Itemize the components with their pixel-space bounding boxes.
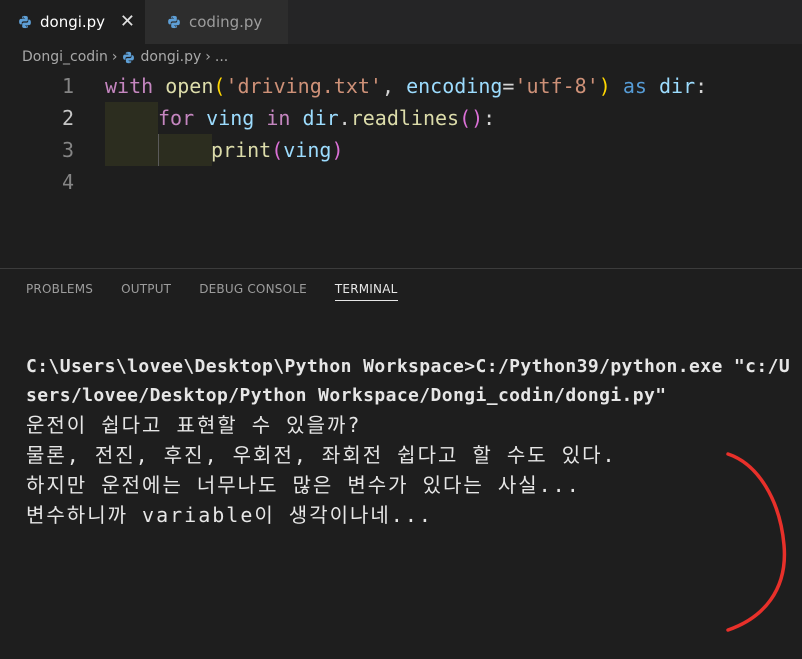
code-text: for ving in dir.readlines():: [158, 102, 495, 134]
token-variable: ving: [283, 138, 332, 162]
token-keyword: as: [622, 74, 647, 98]
breadcrumb: Dongi_codin › dongi.py › ...: [22, 46, 228, 68]
token-string: 'driving.txt': [225, 74, 382, 98]
code-line[interactable]: 2 for ving in dir.readlines():: [0, 102, 802, 134]
token: =: [502, 74, 515, 98]
token-string: 'utf-8': [514, 74, 599, 98]
editor-tab-bar: dongi.py ✕ coding.py: [0, 0, 802, 44]
token-paren: ): [598, 74, 611, 98]
token-keyword: for: [158, 106, 195, 130]
code-line[interactable]: 3 print(ving): [0, 134, 802, 166]
terminal-output-line: 물론, 전진, 후진, 우회전, 좌회전 쉽다고 할 수도 있다.: [26, 443, 617, 467]
token-keyword: with: [105, 74, 154, 98]
token-variable: ving: [206, 106, 255, 130]
token: .: [338, 106, 351, 130]
tab-output[interactable]: OUTPUT: [121, 282, 171, 306]
terminal-command: C:\Users\lovee\Desktop\Python Workspace>…: [26, 356, 791, 406]
code-line[interactable]: 4: [0, 166, 802, 198]
token-function: print: [211, 138, 272, 162]
close-icon[interactable]: ✕: [120, 11, 135, 32]
tab-terminal[interactable]: TERMINAL: [334, 282, 398, 301]
terminal[interactable]: C:\Users\lovee\Desktop\Python Workspace>…: [26, 352, 798, 530]
token: ,: [381, 74, 407, 98]
tab-coding-py[interactable]: coding.py: [145, 0, 289, 44]
tab-dongi-py[interactable]: dongi.py ✕: [0, 0, 145, 44]
panel-divider: [0, 268, 802, 269]
chevron-right-icon: ›: [111, 49, 118, 65]
token-paren: (): [459, 106, 484, 130]
token: :: [695, 74, 708, 98]
token-variable: dir: [658, 74, 696, 98]
token-function: readlines: [350, 106, 460, 130]
indent-guide: [158, 134, 212, 166]
tab-label: dongi.py: [40, 13, 106, 31]
line-number: 4: [61, 170, 74, 194]
red-bracket-annotation: [726, 452, 787, 632]
token: :: [483, 106, 496, 130]
panel-tab-bar: PROBLEMS OUTPUT DEBUG CONSOLE TERMINAL: [26, 282, 426, 306]
line-number: 2: [61, 106, 74, 130]
terminal-output-line: 변수하니까 variable이 생각이나네...: [26, 503, 433, 527]
token-keyword: in: [266, 106, 291, 130]
token-paren: ): [331, 138, 344, 162]
code-line[interactable]: 1 with open('driving.txt', encoding='utf…: [0, 70, 802, 102]
python-file-icon: [19, 15, 31, 29]
code-text: print(ving): [211, 134, 343, 166]
token-paren: (: [271, 138, 284, 162]
terminal-output-line: 하지만 운전에는 너무나도 많은 변수가 있다는 사실...: [26, 473, 581, 497]
python-file-icon: [168, 15, 180, 29]
line-number: 1: [61, 74, 74, 98]
breadcrumb-file[interactable]: dongi.py: [141, 49, 202, 65]
token-paren: (: [213, 74, 226, 98]
code-text: with open('driving.txt', encoding='utf-8…: [105, 70, 707, 102]
python-file-icon: [122, 51, 134, 63]
token-function: open: [165, 74, 214, 98]
line-number: 3: [61, 138, 74, 162]
token-variable: dir: [302, 106, 339, 130]
code-editor[interactable]: 1 with open('driving.txt', encoding='utf…: [0, 70, 802, 268]
tab-debug-console[interactable]: DEBUG CONSOLE: [199, 282, 307, 306]
token-param: encoding: [406, 74, 503, 98]
indent-guide: [105, 102, 158, 134]
breadcrumb-folder[interactable]: Dongi_codin: [22, 49, 108, 65]
terminal-output-line: 운전이 쉽다고 표현할 수 있을까?: [26, 413, 362, 437]
tab-problems[interactable]: PROBLEMS: [26, 282, 93, 306]
chevron-right-icon: ›: [205, 49, 211, 65]
indent-guide: [105, 134, 158, 166]
tab-label: coding.py: [189, 13, 263, 31]
breadcrumb-more[interactable]: ...: [215, 49, 228, 65]
